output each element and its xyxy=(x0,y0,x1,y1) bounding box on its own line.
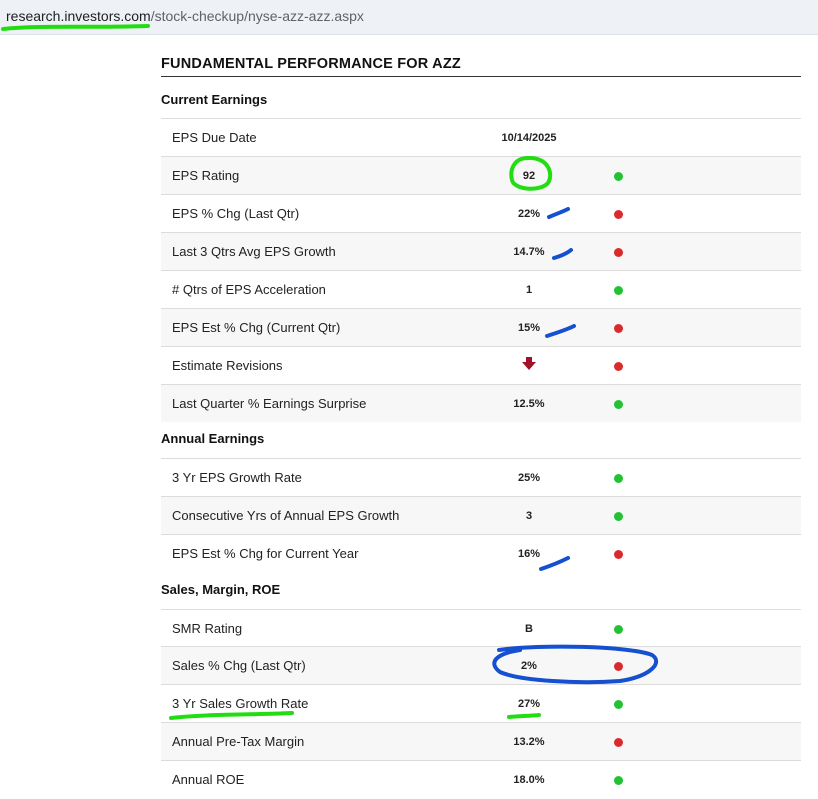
table-row: EPS Est % Chg for Current Year 16% xyxy=(161,534,801,572)
status-dot xyxy=(614,210,623,219)
row-value: 10/14/2025 xyxy=(501,132,557,144)
status-dot xyxy=(614,550,623,559)
down-arrow-icon xyxy=(522,357,536,370)
table-row: EPS % Chg (Last Qtr) 22% xyxy=(161,194,801,232)
table-row: Sales % Chg (Last Qtr) 2% xyxy=(161,646,801,684)
row-value: 18.0% xyxy=(513,774,545,786)
table-row: 3 Yr Sales Growth Rate 27% xyxy=(161,684,801,722)
status-dot xyxy=(614,662,623,671)
row-value: 92 xyxy=(522,170,536,182)
row-label: Estimate Revisions xyxy=(172,358,283,373)
status-dot xyxy=(614,172,623,181)
status-dot xyxy=(614,738,623,747)
row-label: Consecutive Yrs of Annual EPS Growth xyxy=(172,508,400,523)
row-label: EPS Due Date xyxy=(172,130,257,145)
table-row: EPS Due Date 10/14/2025 xyxy=(161,118,801,156)
row-label: EPS Est % Chg (Current Qtr) xyxy=(172,320,341,335)
table-row: Last Quarter % Earnings Surprise 12.5% xyxy=(161,384,801,422)
row-value: 16% xyxy=(517,548,541,560)
row-value: 14.7% xyxy=(513,246,545,258)
row-label: Annual ROE xyxy=(172,772,245,787)
table-row: SMR Rating B xyxy=(161,609,801,647)
status-dot xyxy=(614,324,623,333)
row-value: 2% xyxy=(521,660,537,672)
row-label: 3 Yr EPS Growth Rate xyxy=(172,470,302,485)
table-row: # Qtrs of EPS Acceleration 1 xyxy=(161,270,801,308)
url-text[interactable]: research.investors.com/stock-checkup/nys… xyxy=(6,8,364,24)
title-divider xyxy=(161,76,801,77)
row-value: 13.2% xyxy=(513,736,545,748)
row-label: Last 3 Qtrs Avg EPS Growth xyxy=(172,244,336,259)
row-value xyxy=(469,347,589,385)
row-label: Sales % Chg (Last Qtr) xyxy=(172,658,306,673)
row-value: 12.5% xyxy=(513,398,545,410)
row-value: 22% xyxy=(517,208,541,220)
status-dot xyxy=(614,776,623,785)
page-title: FUNDAMENTAL PERFORMANCE FOR AZZ xyxy=(161,56,461,72)
row-label: EPS Rating xyxy=(172,168,240,183)
row-label: 3 Yr Sales Growth Rate xyxy=(172,696,309,711)
status-dot xyxy=(614,700,623,709)
status-dot xyxy=(614,474,623,483)
row-label: Annual Pre-Tax Margin xyxy=(172,734,305,749)
status-dot xyxy=(614,512,623,521)
row-value: 27% xyxy=(517,698,541,710)
status-dot xyxy=(614,248,623,257)
section-heading-current-earnings: Current Earnings xyxy=(161,92,268,107)
status-dot xyxy=(614,286,623,295)
table-row: EPS Est % Chg (Current Qtr) 15% xyxy=(161,308,801,346)
section-heading-annual-earnings: Annual Earnings xyxy=(161,431,265,446)
row-label: SMR Rating xyxy=(172,621,243,636)
table-row: 3 Yr EPS Growth Rate 25% xyxy=(161,458,801,496)
row-label: Last Quarter % Earnings Surprise xyxy=(172,396,367,411)
row-label: # Qtrs of EPS Acceleration xyxy=(172,282,326,297)
status-dot xyxy=(614,625,623,634)
row-label: EPS Est % Chg for Current Year xyxy=(172,546,359,561)
row-value: 25% xyxy=(517,472,541,484)
row-value: 15% xyxy=(517,322,541,334)
table-row: Annual Pre-Tax Margin 13.2% xyxy=(161,722,801,760)
url-host: research.investors.com xyxy=(6,8,151,24)
row-value: 3 xyxy=(525,510,533,522)
table-row: Annual ROE 18.0% xyxy=(161,760,801,798)
status-dot xyxy=(614,362,623,371)
status-dot xyxy=(614,400,623,409)
row-label: EPS % Chg (Last Qtr) xyxy=(172,206,300,221)
table-row: Last 3 Qtrs Avg EPS Growth 14.7% xyxy=(161,232,801,270)
url-path: /stock-checkup/nyse-azz-azz.aspx xyxy=(150,8,364,24)
address-bar[interactable]: research.investors.com/stock-checkup/nys… xyxy=(0,0,818,35)
section-heading-sales-margin-roe: Sales, Margin, ROE xyxy=(161,582,281,597)
table-row: Consecutive Yrs of Annual EPS Growth 3 xyxy=(161,496,801,534)
table-row: EPS Rating 92 xyxy=(161,156,801,194)
row-value: 1 xyxy=(525,284,533,296)
table-row: Estimate Revisions xyxy=(161,346,801,384)
row-value: B xyxy=(525,623,533,635)
